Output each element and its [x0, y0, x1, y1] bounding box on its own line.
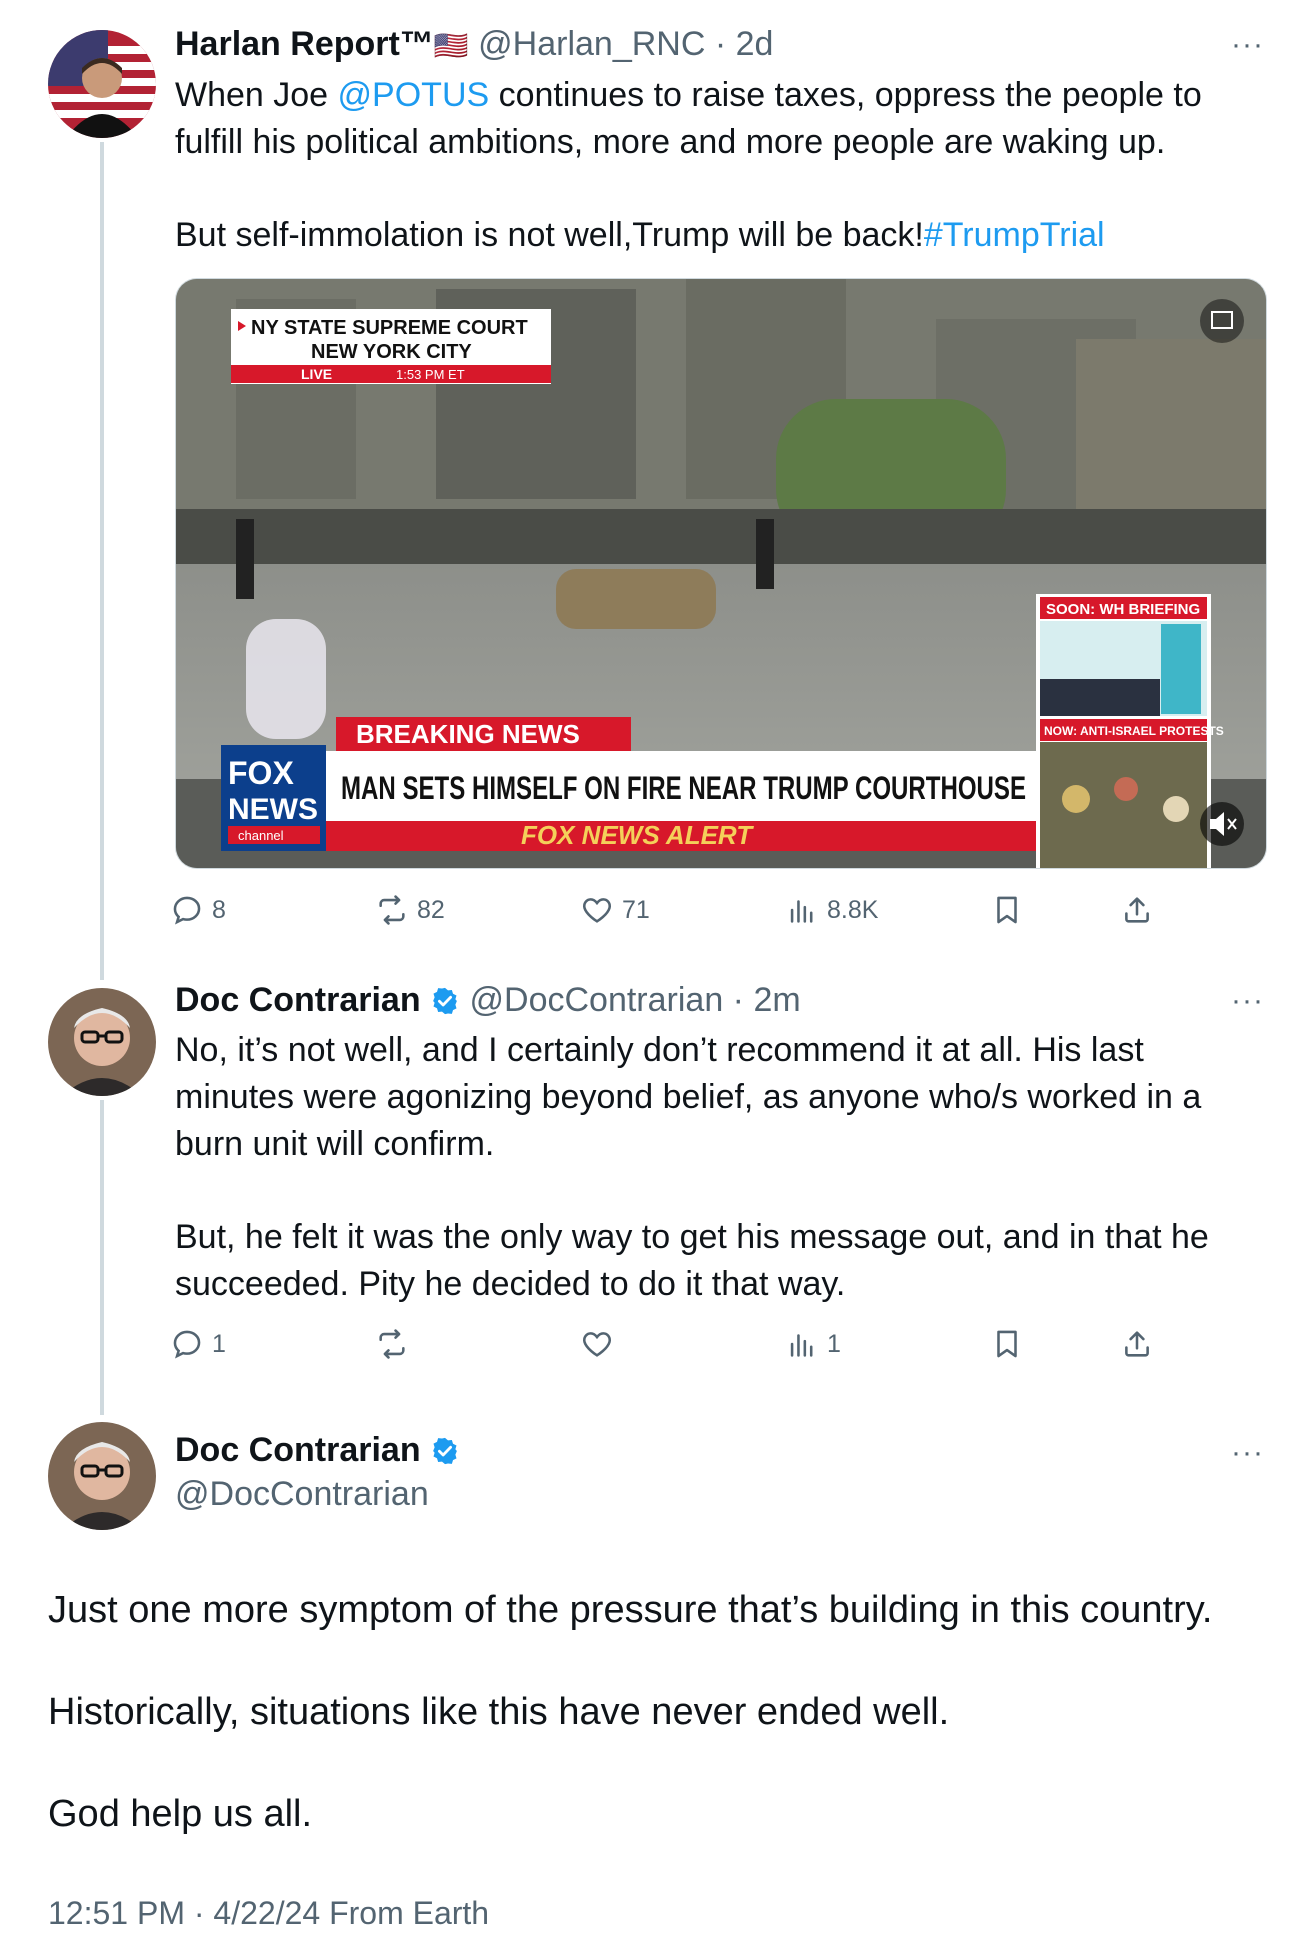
thread-line-2 — [100, 1100, 104, 1415]
avatar[interactable] — [48, 988, 156, 1096]
alert-text: FOX NEWS ALERT — [521, 820, 754, 850]
view-count: 8.8K — [827, 895, 879, 924]
bookmark-icon — [997, 1330, 1017, 1358]
views-button[interactable]: 1 — [785, 1322, 841, 1366]
thread-line-1 — [100, 142, 104, 980]
share-icon — [1125, 897, 1149, 923]
timestamp[interactable]: 2m — [753, 981, 800, 1019]
verified-badge-icon — [433, 1437, 457, 1465]
user-handle[interactable]: @DocContrarian — [175, 1475, 429, 1513]
bookmark-icon — [997, 896, 1017, 924]
tweet-header: Harlan Report™🇺🇸 @Harlan_RNC · 2d — [175, 25, 774, 63]
now-label: NOW: ANTI-ISRAEL PROTESTS — [1044, 724, 1224, 738]
more-options-icon[interactable]: ··· — [1231, 984, 1264, 1018]
mention-link[interactable]: @POTUS — [338, 76, 490, 114]
live-time: 1:53 PM ET — [396, 367, 465, 382]
avatar[interactable] — [48, 1422, 156, 1530]
repost-count: 82 — [417, 895, 445, 924]
view-count: 1 — [827, 1329, 841, 1358]
display-name[interactable]: Harlan Report™ — [175, 25, 434, 63]
reply-button[interactable]: 1 — [170, 1322, 226, 1366]
like-count: 71 — [622, 895, 650, 924]
court-line-2: NEW YORK CITY — [311, 341, 472, 363]
tweet-actions: 8 82 71 8.8K — [170, 888, 1170, 932]
share-button[interactable] — [1120, 1322, 1154, 1366]
timestamp[interactable]: 2d — [736, 25, 774, 63]
video-frame: NY STATE SUPREME COURT NEW YORK CITY LIV… — [176, 279, 1266, 868]
reply-count: 8 — [212, 895, 226, 924]
tweet-text: When Joe @POTUS continues to raise taxes… — [175, 76, 1202, 254]
repost-icon — [379, 1329, 405, 1359]
headline-text: MAN SETS HIMSELF ON FIRE NEAR TRUMP COUR… — [341, 770, 1026, 806]
flag-icon: 🇺🇸 — [433, 30, 469, 61]
user-handle[interactable]: @DocContrarian — [470, 981, 724, 1019]
tweet-text: Just one more symptom of the pressure th… — [48, 1589, 1213, 1835]
fox-logo-bottom: NEWS — [228, 793, 318, 826]
more-options-icon[interactable]: ··· — [1231, 1436, 1264, 1470]
heart-icon — [583, 1332, 611, 1357]
like-button[interactable]: 71 — [580, 888, 650, 932]
share-icon — [1125, 1331, 1149, 1357]
handle-line: @DocContrarian — [175, 1472, 429, 1516]
reply-button[interactable]: 8 — [170, 888, 226, 932]
reply-count: 1 — [212, 1329, 226, 1358]
tweet-text: No, it’s not well, and I certainly don’t… — [175, 1031, 1209, 1303]
like-button[interactable] — [580, 1322, 614, 1366]
fox-logo-sub: channel — [238, 828, 284, 843]
verified-badge-icon — [433, 987, 457, 1015]
display-name[interactable]: Doc Contrarian — [175, 981, 421, 1019]
tweet-actions: 1 1 — [170, 1322, 1170, 1366]
heart-icon — [583, 898, 611, 923]
bookmark-button[interactable] — [990, 888, 1024, 932]
bookmark-button[interactable] — [990, 1322, 1024, 1366]
repost-button[interactable] — [375, 1322, 409, 1366]
live-label: LIVE — [301, 366, 332, 382]
post-timestamp: 12:51 PM · 4/22/24 From Earth — [48, 1895, 490, 1931]
hashtag-link[interactable]: #TrumpTrial — [924, 216, 1105, 254]
analytics-icon — [790, 900, 813, 923]
reply-icon — [173, 896, 201, 925]
display-name[interactable]: Doc Contrarian — [175, 1431, 421, 1469]
tweet-header: Doc Contrarian @DocContrarian · 2m — [175, 981, 801, 1019]
breaking-label: BREAKING NEWS — [356, 719, 580, 749]
reply-icon — [173, 1330, 201, 1359]
court-line-1: NY STATE SUPREME COURT — [251, 317, 528, 339]
share-button[interactable] — [1120, 888, 1154, 932]
avatar[interactable] — [48, 30, 156, 138]
soon-label: SOON: WH BRIEFING — [1046, 601, 1200, 618]
fox-logo-top: FOX — [228, 755, 294, 791]
repost-icon — [379, 895, 405, 925]
gallery-icon[interactable] — [1200, 299, 1244, 343]
analytics-icon — [790, 1334, 813, 1357]
video-player[interactable]: NY STATE SUPREME COURT NEW YORK CITY LIV… — [175, 278, 1267, 869]
user-handle[interactable]: @Harlan_RNC — [478, 25, 705, 63]
repost-button[interactable]: 82 — [375, 888, 445, 932]
tweet-header: Doc Contrarian — [175, 1428, 460, 1472]
more-options-icon[interactable]: ··· — [1231, 28, 1264, 62]
views-button[interactable]: 8.8K — [785, 888, 878, 932]
